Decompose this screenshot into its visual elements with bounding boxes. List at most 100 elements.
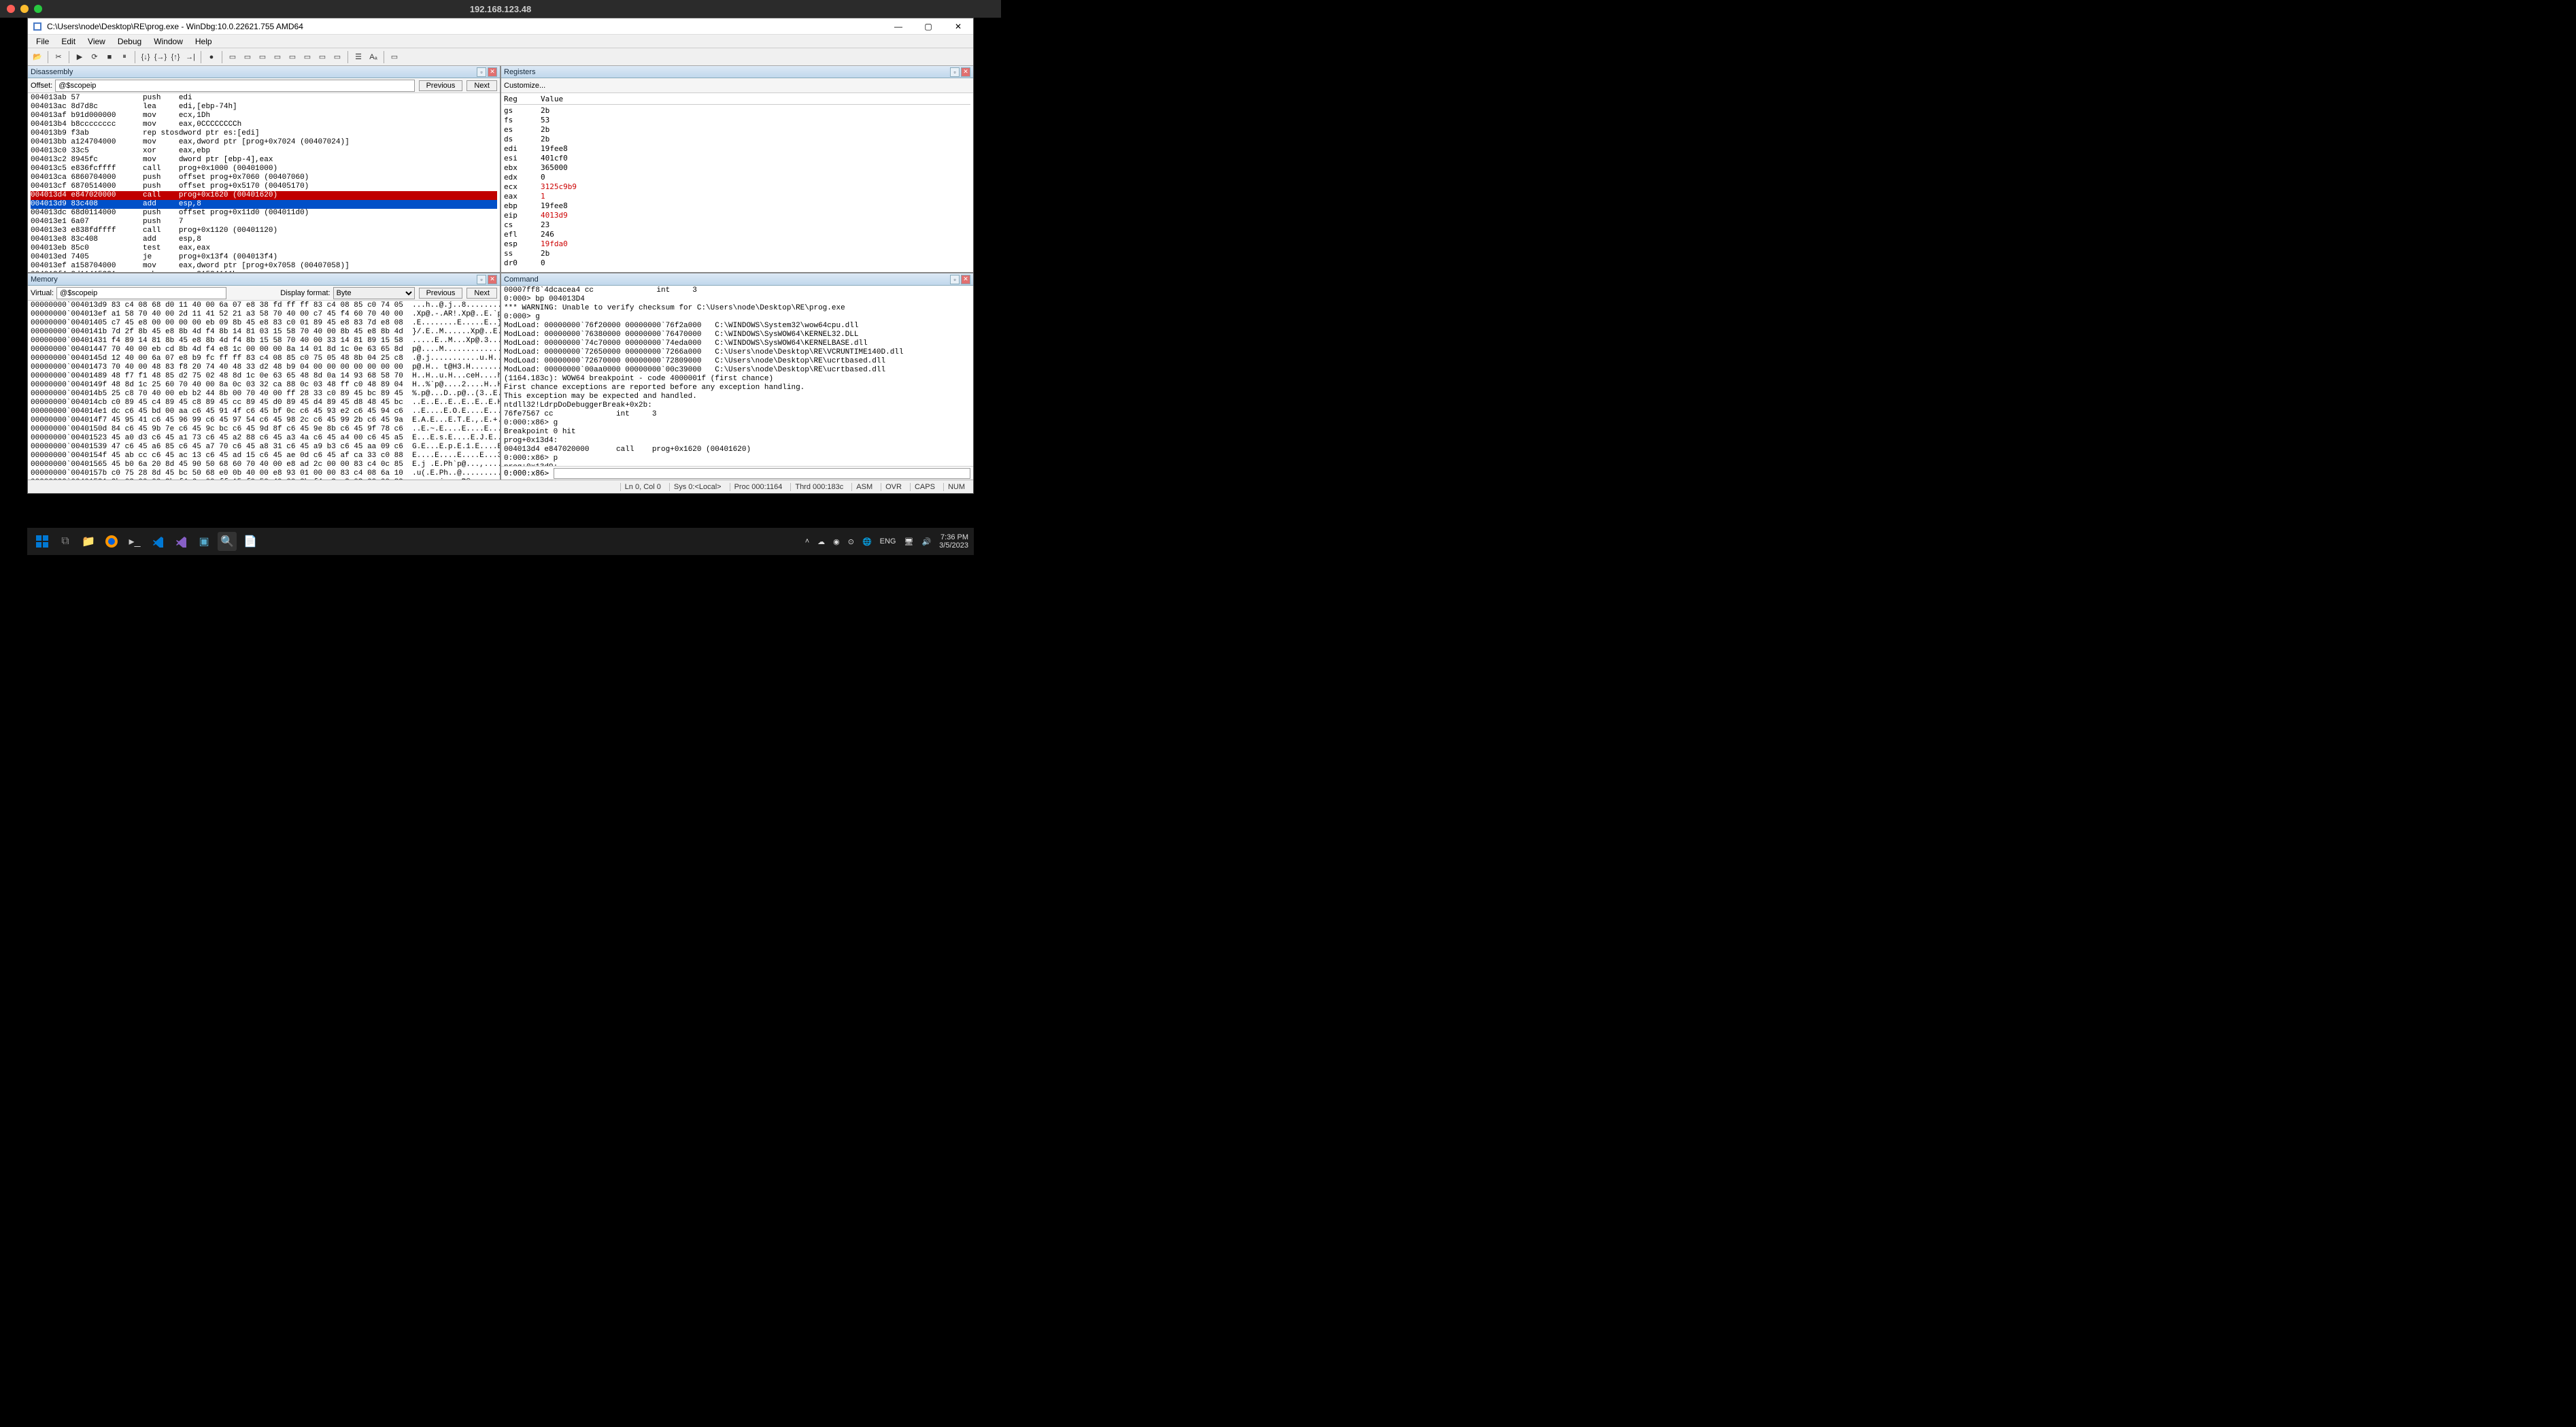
disasm-line[interactable]: 004013eb 85c0 test eax,eax [31, 244, 497, 253]
toolbar-step-out-icon[interactable]: {↑} [169, 50, 182, 64]
firefox-icon[interactable] [102, 532, 121, 551]
tray-chevron-icon[interactable]: ˄ [805, 537, 809, 545]
toolbar-font-icon[interactable]: Aₐ [367, 50, 380, 64]
toolbar-disassembly-window-icon[interactable]: ▭ [316, 50, 329, 64]
register-row[interactable]: esi401cf0 [504, 154, 970, 163]
file-explorer-icon[interactable]: 📁 [79, 532, 98, 551]
disassembly-listing[interactable]: 004013ab 57 push edi004013ac 8d7d8c lea … [28, 93, 500, 272]
tray-onedrive-icon[interactable]: ☁ [817, 537, 825, 546]
register-row[interactable]: es2b [504, 125, 970, 135]
disasm-line[interactable]: 004013d4 e847020000 call prog+0x1620 (00… [31, 191, 497, 200]
disasm-line[interactable]: 004013e3 e838fdffff call prog+0x1120 (00… [31, 226, 497, 235]
register-row[interactable]: efl246 [504, 230, 970, 239]
memory-next-button[interactable]: Next [467, 288, 497, 299]
pane-menu-icon[interactable]: ▫ [950, 275, 960, 284]
menu-view[interactable]: View [82, 35, 111, 48]
toolbar-step-over-icon[interactable]: {→} [154, 50, 167, 64]
window-titlebar[interactable]: C:\Users\node\Desktop\RE\prog.exe - WinD… [28, 18, 973, 35]
pane-menu-icon[interactable]: ▫ [477, 67, 486, 77]
tray-volume-icon[interactable]: 🔊 [921, 537, 931, 546]
disasm-line[interactable]: 004013b4 b8cccccccc mov eax,0CCCCCCCCh [31, 120, 497, 129]
windbg-taskbar-icon[interactable]: 🔍 [218, 532, 237, 551]
task-view-icon[interactable]: ⧉ [56, 532, 75, 551]
register-row[interactable]: ds2b [504, 135, 970, 144]
register-row[interactable]: ss2b [504, 249, 970, 258]
mac-minimize-button[interactable] [20, 5, 29, 13]
register-row[interactable]: cs23 [504, 220, 970, 230]
toolbar-step-into-icon[interactable]: {↓} [139, 50, 152, 64]
toolbar-command-window-icon[interactable]: ▭ [226, 50, 239, 64]
tray-language[interactable]: ENG [880, 537, 896, 545]
toolbar-watch-window-icon[interactable]: ▭ [241, 50, 254, 64]
pane-menu-icon[interactable]: ▫ [950, 67, 960, 77]
command-input[interactable] [554, 468, 970, 479]
tray-network-icon[interactable]: 🖥 [904, 537, 914, 546]
offset-input[interactable] [55, 80, 414, 92]
mac-close-button[interactable] [7, 5, 15, 13]
menu-file[interactable]: File [31, 35, 54, 48]
start-button[interactable] [33, 532, 52, 551]
disasm-line[interactable]: 004013ac 8d7d8c lea edi,[ebp-74h] [31, 103, 497, 112]
windows-taskbar[interactable]: ⧉ 📁 ▸_ ▣ 🔍 📄 ˄ ☁ ◉ ⊙ 🌐 ENG 🖥 🔊 7:36 PM 3… [27, 528, 974, 555]
terminal-icon[interactable]: ▸_ [125, 532, 144, 551]
disasm-line[interactable]: 004013af b91d000000 mov ecx,1Dh [31, 112, 497, 120]
pane-close-icon[interactable]: ✕ [961, 275, 970, 284]
toolbar-memory-window-icon[interactable]: ▭ [286, 50, 299, 64]
disasm-line[interactable]: 004013e8 83c408 add esp,8 [31, 235, 497, 244]
tray-clock[interactable]: 7:36 PM 3/5/2023 [939, 533, 968, 550]
toolbar-run-to-icon[interactable]: →| [184, 50, 197, 64]
toolbar-scratch-window-icon[interactable]: ▭ [331, 50, 344, 64]
register-row[interactable]: eip4013d9 [504, 211, 970, 220]
register-row[interactable]: ebp19fee8 [504, 201, 970, 211]
toolbar-cut-icon[interactable]: ✂ [52, 50, 65, 64]
toolbar-registers-window-icon[interactable]: ▭ [271, 50, 284, 64]
register-row[interactable]: edx0 [504, 173, 970, 182]
disasm-line[interactable]: 004013f4 2d11415221 sub eax,21524111h [31, 271, 497, 272]
toolbar-stop-icon[interactable]: ■ [103, 50, 116, 64]
disasm-line[interactable]: 004013bb a124704000 mov eax,dword ptr [p… [31, 138, 497, 147]
disasm-line[interactable]: 004013ef a158704000 mov eax,dword ptr [p… [31, 262, 497, 271]
memory-previous-button[interactable]: Previous [419, 288, 463, 299]
disasm-line[interactable]: 004013ed 7405 je prog+0x13f4 (004013f4) [31, 253, 497, 262]
disasm-line[interactable]: 004013ab 57 push edi [31, 94, 497, 103]
disasm-next-button[interactable]: Next [467, 80, 497, 91]
pane-close-icon[interactable]: ✕ [961, 67, 970, 77]
disasm-line[interactable]: 004013c2 8945fc mov dword ptr [ebp-4],ea… [31, 156, 497, 165]
toolbar-options-icon[interactable]: ▭ [388, 50, 401, 64]
virtual-input[interactable] [56, 287, 226, 299]
menu-edit[interactable]: Edit [56, 35, 81, 48]
toolbar-break-icon[interactable]: ⏸ [118, 50, 131, 64]
toolbar-restart-icon[interactable]: ⟳ [88, 50, 101, 64]
notepad-icon[interactable]: 📄 [241, 532, 260, 551]
register-row[interactable]: edi19fee8 [504, 144, 970, 154]
disasm-previous-button[interactable]: Previous [419, 80, 463, 91]
memory-dump[interactable]: 00000000`004013d9 83 c4 08 68 d0 11 40 0… [28, 301, 500, 480]
register-row[interactable]: eax1 [504, 192, 970, 201]
disasm-line[interactable]: 004013d9 83c408 add esp,8 [31, 200, 497, 209]
window-minimize-button[interactable]: — [883, 18, 913, 35]
toolbar-callstack-window-icon[interactable]: ▭ [301, 50, 314, 64]
register-row[interactable]: fs53 [504, 116, 970, 125]
menu-window[interactable]: Window [148, 35, 188, 48]
window-maximize-button[interactable]: ▢ [913, 18, 943, 35]
disasm-line[interactable]: 004013cf 6870514000 push offset prog+0x5… [31, 182, 497, 191]
toolbar-breakpoint-icon[interactable]: ● [205, 50, 218, 64]
disasm-line[interactable]: 004013c0 33c5 xor eax,ebp [31, 147, 497, 156]
toolbar-open-icon[interactable]: 📂 [31, 50, 44, 64]
register-row[interactable]: dr00 [504, 258, 970, 268]
toolbar-locals-window-icon[interactable]: ▭ [256, 50, 269, 64]
app-icon-1[interactable]: ▣ [194, 532, 214, 551]
disasm-line[interactable]: 004013dc 68d0114000 push offset prog+0x1… [31, 209, 497, 218]
pane-close-icon[interactable]: ✕ [488, 67, 497, 77]
register-row[interactable]: ecx3125c9b9 [504, 182, 970, 192]
disasm-line[interactable]: 004013ca 6860704000 push offset prog+0x7… [31, 173, 497, 182]
toolbar-go-icon[interactable]: ▶ [73, 50, 86, 64]
command-output[interactable]: 00007ff8`4dcacea4 cc int 3 0:000> bp 004… [501, 286, 973, 466]
register-row[interactable]: ebx365000 [504, 163, 970, 173]
disasm-line[interactable]: 004013c5 e836fcffff call prog+0x1000 (00… [31, 165, 497, 173]
toolbar-source-mode-icon[interactable]: ☰ [352, 50, 365, 64]
display-format-select[interactable]: Byte [333, 287, 415, 299]
mac-maximize-button[interactable] [34, 5, 42, 13]
tray-steam-icon[interactable]: ◉ [833, 537, 840, 546]
menu-debug[interactable]: Debug [112, 35, 147, 48]
